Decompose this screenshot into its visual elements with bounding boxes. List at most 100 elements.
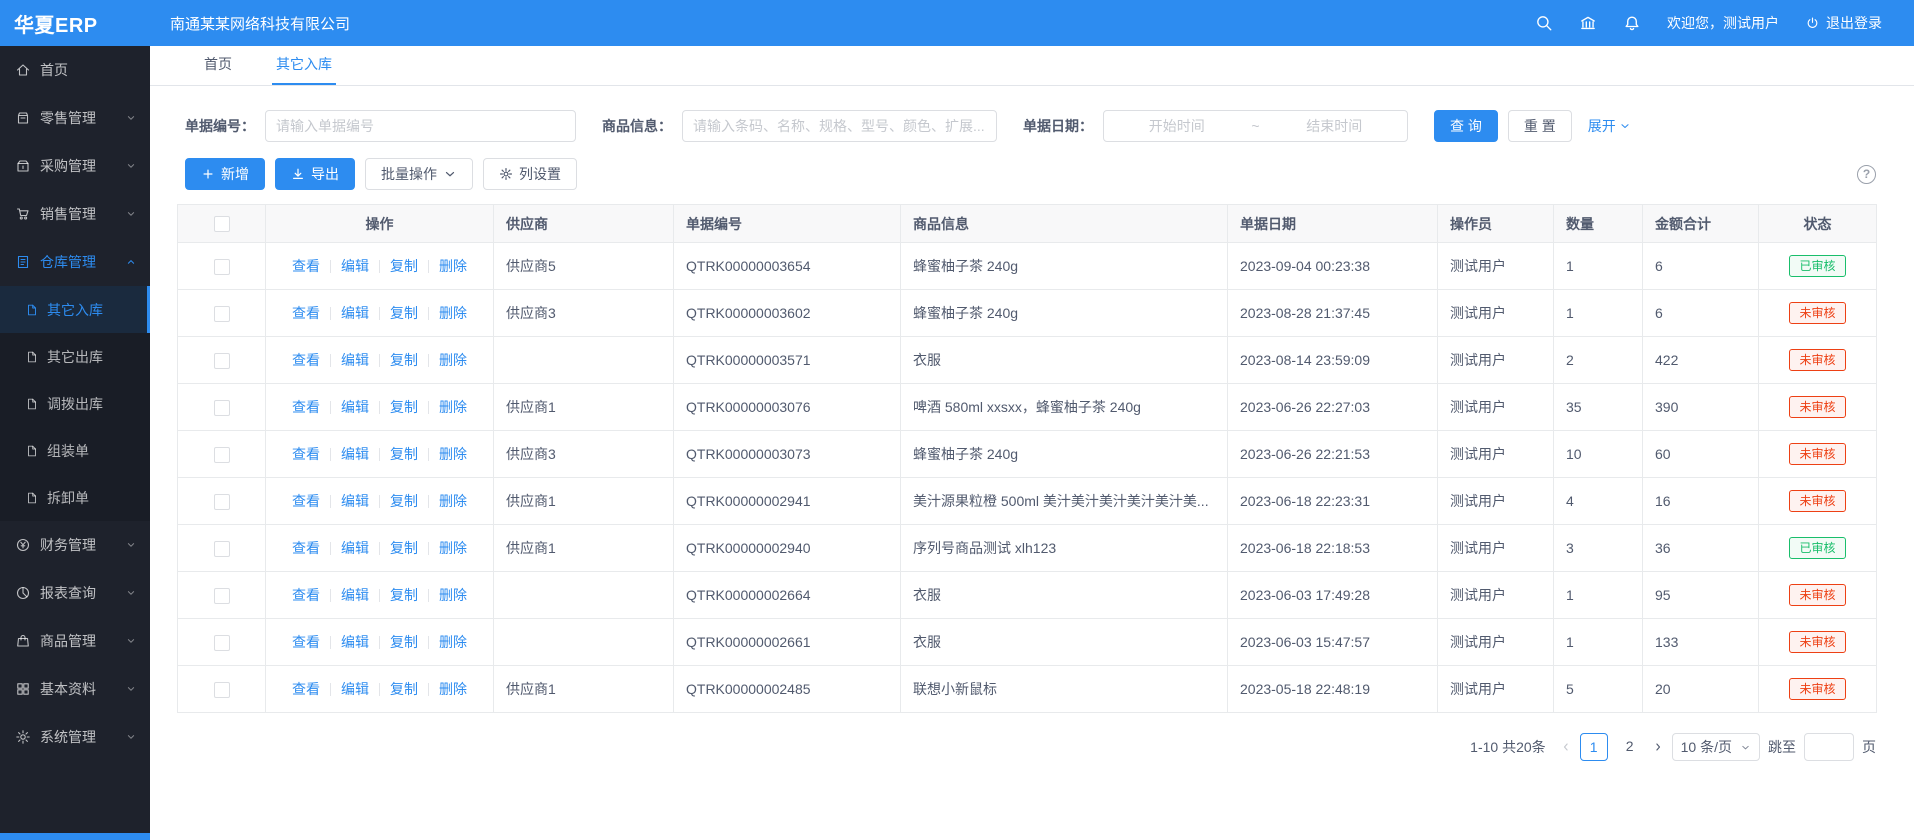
row-action-edit[interactable]: 编辑 [341, 399, 369, 415]
tab-home[interactable]: 首页 [200, 54, 236, 85]
row-action-view[interactable]: 查看 [292, 305, 320, 321]
row-action-edit[interactable]: 编辑 [341, 540, 369, 556]
cell-qty: 5 [1554, 666, 1643, 713]
row-action-view[interactable]: 查看 [292, 634, 320, 650]
cell-amount: 36 [1643, 525, 1759, 572]
row-action-copy[interactable]: 复制 [390, 634, 418, 650]
sidebar-scrollbar[interactable] [0, 833, 150, 840]
row-action-delete[interactable]: 删除 [439, 634, 467, 650]
row-action-edit[interactable]: 编辑 [341, 493, 369, 509]
page-button[interactable]: 1 [1580, 733, 1608, 761]
row-action-edit[interactable]: 编辑 [341, 587, 369, 603]
row-action-delete[interactable]: 删除 [439, 493, 467, 509]
row-action-edit[interactable]: 编辑 [341, 446, 369, 462]
row-action-edit[interactable]: 编辑 [341, 634, 369, 650]
search-button[interactable]: 查 询 [1434, 110, 1498, 142]
doc-icon [25, 350, 39, 364]
cell-operator: 测试用户 [1438, 619, 1554, 666]
row-action-edit[interactable]: 编辑 [341, 305, 369, 321]
sidebar-subitem[interactable]: 其它入库 [0, 286, 150, 333]
column-settings-button[interactable]: 列设置 [483, 158, 577, 190]
sidebar-subitem[interactable]: 其它出库 [0, 333, 150, 380]
prev-page-icon[interactable] [1560, 741, 1572, 753]
row-action-delete[interactable]: 删除 [439, 446, 467, 462]
row-action-copy[interactable]: 复制 [390, 587, 418, 603]
search-icon[interactable] [1535, 14, 1553, 32]
row-action-delete[interactable]: 删除 [439, 540, 467, 556]
row-action-delete[interactable]: 删除 [439, 399, 467, 415]
row-action-view[interactable]: 查看 [292, 399, 320, 415]
row-action-copy[interactable]: 复制 [390, 258, 418, 274]
row-checkbox[interactable] [214, 541, 230, 557]
tab-other-inbound[interactable]: 其它入库 [272, 54, 336, 85]
row-action-view[interactable]: 查看 [292, 587, 320, 603]
sidebar-item[interactable]: 零售管理 [0, 94, 150, 142]
row-checkbox[interactable] [214, 400, 230, 416]
sidebar-item[interactable]: 财务管理 [0, 521, 150, 569]
product-info-input[interactable] [682, 110, 997, 142]
action-separator [428, 589, 429, 602]
sidebar-item[interactable]: 仓库管理 [0, 238, 150, 286]
row-action-view[interactable]: 查看 [292, 258, 320, 274]
row-action-view[interactable]: 查看 [292, 540, 320, 556]
row-checkbox[interactable] [214, 447, 230, 463]
chevron-down-icon [125, 683, 137, 695]
row-action-copy[interactable]: 复制 [390, 352, 418, 368]
row-action-delete[interactable]: 删除 [439, 352, 467, 368]
row-checkbox[interactable] [214, 494, 230, 510]
bill-no-input[interactable] [265, 110, 576, 142]
select-all-checkbox[interactable] [214, 216, 230, 232]
gear-icon [499, 167, 513, 181]
sidebar-item[interactable]: 基本资料 [0, 665, 150, 713]
row-checkbox[interactable] [214, 259, 230, 275]
expand-link[interactable]: 展开 [1588, 116, 1631, 136]
row-action-view[interactable]: 查看 [292, 493, 320, 509]
row-action-delete[interactable]: 删除 [439, 305, 467, 321]
row-action-delete[interactable]: 删除 [439, 587, 467, 603]
row-action-view[interactable]: 查看 [292, 352, 320, 368]
sidebar-subitem[interactable]: 拆卸单 [0, 474, 150, 521]
row-action-delete[interactable]: 删除 [439, 258, 467, 274]
page-size-select[interactable]: 10 条/页 [1672, 733, 1760, 761]
row-action-delete[interactable]: 删除 [439, 681, 467, 697]
row-action-view[interactable]: 查看 [292, 681, 320, 697]
reset-button[interactable]: 重 置 [1508, 110, 1572, 142]
sidebar-item[interactable]: 商品管理 [0, 617, 150, 665]
page-button[interactable]: 2 [1616, 733, 1644, 761]
batch-actions-button[interactable]: 批量操作 [365, 158, 473, 190]
row-action-copy[interactable]: 复制 [390, 493, 418, 509]
next-page-icon[interactable] [1652, 741, 1664, 753]
export-button[interactable]: 导出 [275, 158, 355, 190]
row-action-copy[interactable]: 复制 [390, 399, 418, 415]
doc-icon [25, 491, 39, 505]
bank-icon[interactable] [1579, 14, 1597, 32]
row-checkbox[interactable] [214, 682, 230, 698]
logout-button[interactable]: 退出登录 [1805, 13, 1882, 33]
row-action-edit[interactable]: 编辑 [341, 681, 369, 697]
inbound-table: 操作供应商单据编号商品信息单据日期操作员数量金额合计状态 查看编辑复制删除供应商… [177, 204, 1877, 713]
row-action-copy[interactable]: 复制 [390, 446, 418, 462]
sidebar-item[interactable]: 报表查询 [0, 569, 150, 617]
row-checkbox[interactable] [214, 635, 230, 651]
sidebar-subitem[interactable]: 组装单 [0, 427, 150, 474]
row-action-view[interactable]: 查看 [292, 446, 320, 462]
row-action-copy[interactable]: 复制 [390, 540, 418, 556]
row-action-edit[interactable]: 编辑 [341, 352, 369, 368]
sidebar-item[interactable]: 采购管理 [0, 142, 150, 190]
sidebar-subitem[interactable]: 调拨出库 [0, 380, 150, 427]
sidebar-item[interactable]: 系统管理 [0, 713, 150, 761]
sidebar-item[interactable]: 销售管理 [0, 190, 150, 238]
help-icon[interactable]: ? [1857, 165, 1876, 184]
row-action-edit[interactable]: 编辑 [341, 258, 369, 274]
row-checkbox[interactable] [214, 306, 230, 322]
row-action-copy[interactable]: 复制 [390, 305, 418, 321]
row-action-copy[interactable]: 复制 [390, 681, 418, 697]
add-button[interactable]: 新增 [185, 158, 265, 190]
row-checkbox[interactable] [214, 353, 230, 369]
date-range-input[interactable]: 开始时间 ~ 结束时间 [1103, 110, 1408, 142]
bell-icon[interactable] [1623, 14, 1641, 32]
row-checkbox[interactable] [214, 588, 230, 604]
table-row: 查看编辑复制删除供应商1QTRK00000002941美汁源果粒橙 500ml … [178, 478, 1877, 525]
jump-to-input[interactable] [1804, 733, 1854, 761]
sidebar-item[interactable]: 首页 [0, 46, 150, 94]
